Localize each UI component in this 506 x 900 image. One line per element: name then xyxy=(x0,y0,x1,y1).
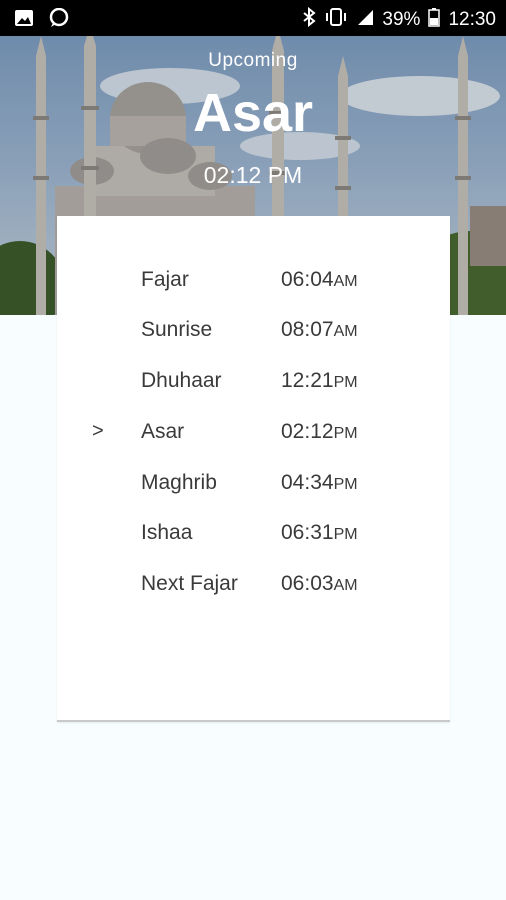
time-period: PM xyxy=(333,476,358,493)
prayer-row-maghrib: Maghrib 04:34PM xyxy=(57,465,450,505)
battery-percent: 39% xyxy=(382,9,421,30)
prayer-name: Next Fajar xyxy=(141,572,238,595)
chat-icon xyxy=(48,7,70,33)
prayer-time: 06:04AM xyxy=(281,268,358,292)
time-value: 06:31 xyxy=(281,521,334,544)
prayer-time: 02:12PM xyxy=(281,420,358,444)
bluetooth-icon xyxy=(302,6,317,33)
prayer-time: 06:31PM xyxy=(281,521,358,545)
clock: 12:30 xyxy=(448,9,496,30)
signal-icon xyxy=(356,8,374,32)
upcoming-label: Upcoming xyxy=(208,50,298,71)
prayer-name: Sunrise xyxy=(141,318,213,341)
battery-icon xyxy=(428,7,441,33)
prayer-name: Fajar xyxy=(141,268,189,291)
time-period: AM xyxy=(333,323,358,340)
upcoming-prayer-name: Asar xyxy=(192,83,314,143)
time-value: 06:04 xyxy=(281,268,334,291)
prayer-name: Dhuhaar xyxy=(141,369,222,392)
time-period: PM xyxy=(333,425,358,442)
prayer-time: 12:21PM xyxy=(281,369,358,393)
prayer-time: 08:07AM xyxy=(281,318,358,342)
current-marker: > xyxy=(92,420,104,442)
time-value: 04:34 xyxy=(281,471,334,494)
prayer-name: Ishaa xyxy=(141,521,193,544)
prayer-row-sunrise: Sunrise 08:07AM xyxy=(57,312,450,352)
prayer-time: 04:34PM xyxy=(281,471,358,495)
prayer-row-fajar: Fajar 06:04AM xyxy=(57,262,450,302)
prayer-name: Maghrib xyxy=(141,471,217,494)
vibrate-icon xyxy=(324,7,348,33)
image-icon xyxy=(14,9,34,32)
status-bar: 39% 12:30 xyxy=(0,0,506,36)
time-period: PM xyxy=(333,374,358,391)
time-period: PM xyxy=(333,526,358,543)
prayer-time: 06:03AM xyxy=(281,572,358,596)
prayer-row-dhuhaar: Dhuhaar 12:21PM xyxy=(57,363,450,403)
time-value: 12:21 xyxy=(281,369,334,392)
prayer-row-asar: > Asar 02:12PM xyxy=(57,414,450,454)
time-value: 08:07 xyxy=(281,318,334,341)
prayer-row-ishaa: Ishaa 06:31PM xyxy=(57,515,450,555)
time-period: AM xyxy=(333,273,358,290)
upcoming-prayer-time: 02:12 PM xyxy=(203,162,303,188)
prayer-row-next-fajar: Next Fajar 06:03AM xyxy=(57,566,450,606)
prayer-name: Asar xyxy=(141,420,185,443)
time-value: 06:03 xyxy=(281,572,334,595)
prayer-times-card: Fajar 06:04AM Sunrise 08:07AM Dhuhaar 12… xyxy=(57,216,450,722)
time-period: AM xyxy=(333,577,358,594)
time-value: 02:12 xyxy=(281,420,334,443)
